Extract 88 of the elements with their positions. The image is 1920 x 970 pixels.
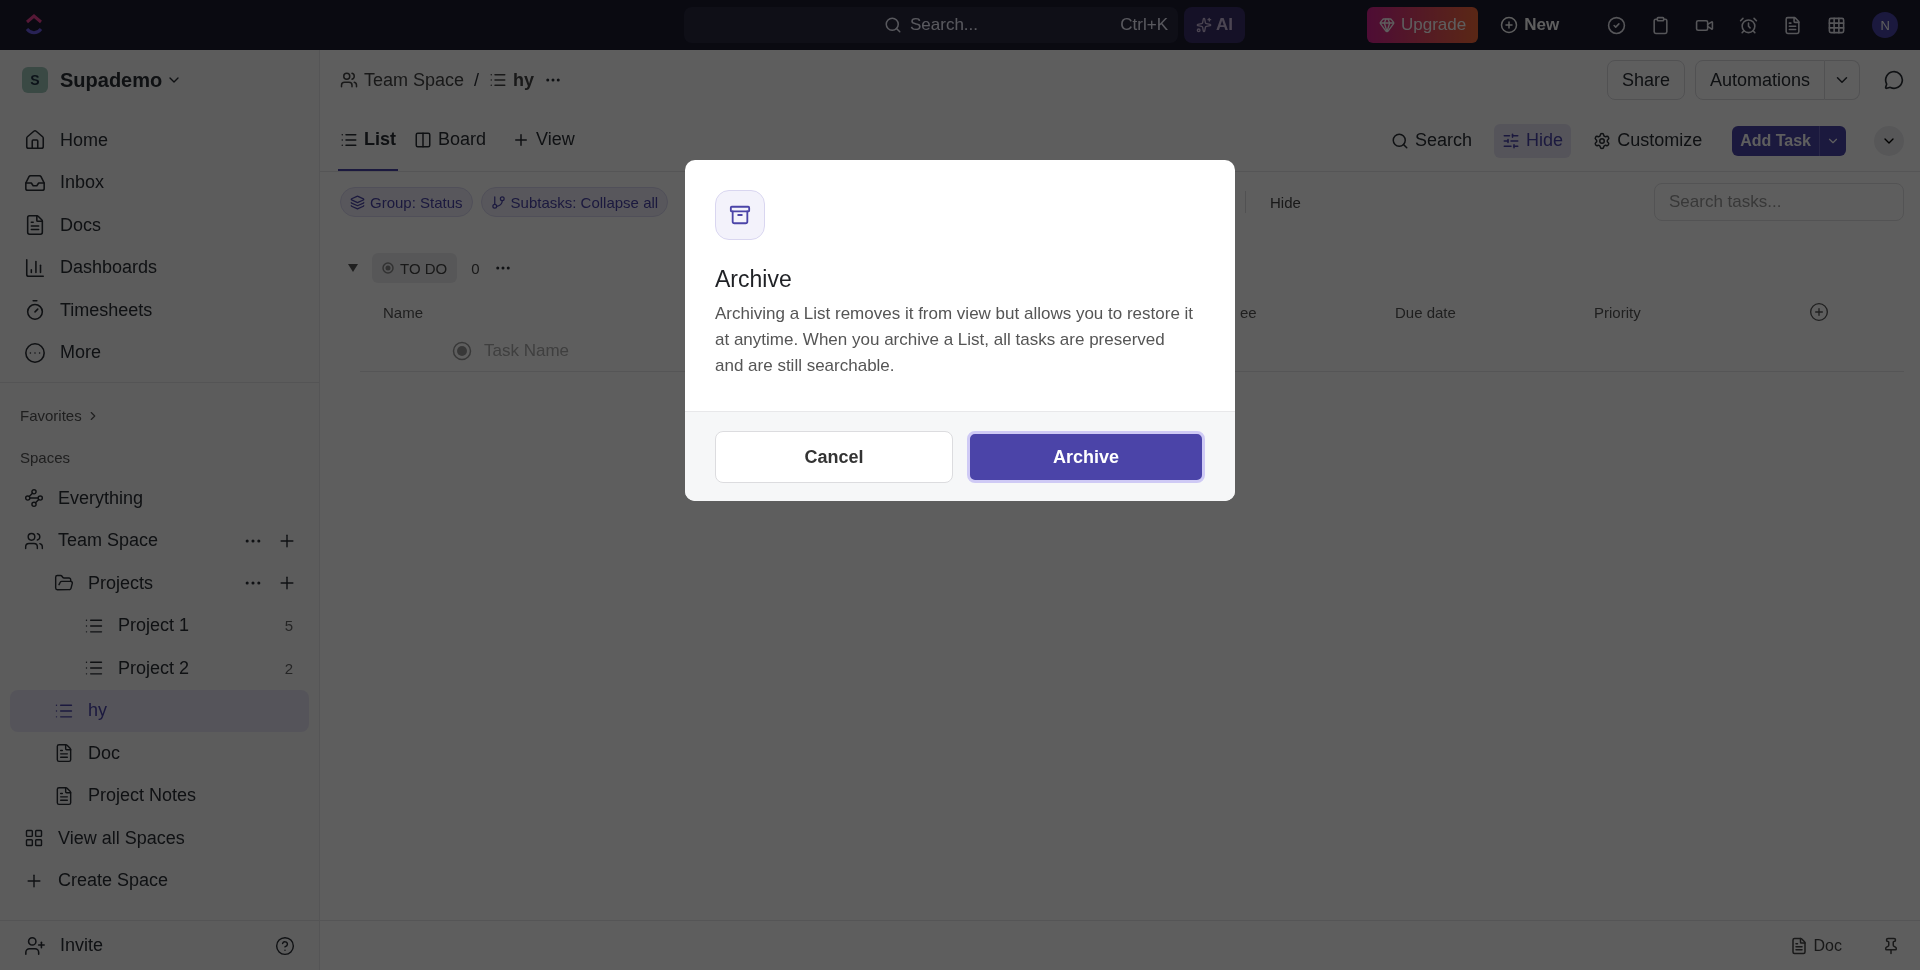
status-badge: TO DO [372, 253, 458, 283]
avatar[interactable]: N [1872, 12, 1899, 38]
column-header: ee [1240, 303, 1257, 321]
help-icon[interactable] [275, 935, 295, 956]
column-header: Due date [1395, 303, 1456, 321]
more-icon [24, 341, 46, 364]
document-icon[interactable] [1783, 15, 1803, 35]
toolbar-button[interactable]: Customize [1585, 123, 1711, 158]
document-icon [24, 214, 46, 237]
document-icon [54, 743, 74, 764]
dialog-message: Archiving a List removes it from view but allows you to restore it at anytime. When you archive a List, all tasks are preserved and are still searchable. [715, 303, 1195, 377]
nav-item[interactable]: Dashboards [10, 246, 309, 289]
workspace-switcher[interactable]: Supademo [60, 68, 183, 92]
plus-icon [1500, 16, 1519, 34]
branch-icon [490, 194, 506, 210]
invite-icon [24, 934, 46, 957]
check-icon[interactable] [1607, 15, 1627, 35]
people-icon [340, 71, 358, 89]
grid-icon [24, 828, 44, 849]
list-view-tab[interactable]: List [338, 110, 398, 171]
invite-link[interactable]: Invite [60, 935, 104, 956]
status-icon [382, 262, 394, 274]
board-icon [414, 130, 432, 149]
sidebar-item[interactable]: View all Spaces [10, 817, 309, 860]
dialog-title: Archive [715, 266, 793, 293]
add-column-icon[interactable] [1809, 302, 1829, 322]
bar-chart-icon [24, 256, 46, 279]
toolbar-button[interactable]: Hide [1494, 123, 1572, 158]
pin-icon[interactable] [1882, 936, 1900, 955]
share-button[interactable]: Share [1606, 60, 1685, 100]
board-view-tab[interactable]: Board [412, 110, 489, 171]
new-button[interactable]: New [1492, 7, 1568, 43]
breadcrumb-item[interactable]: hy [489, 69, 535, 91]
chat-icon[interactable] [1884, 70, 1904, 90]
nav-item[interactable]: More [10, 331, 309, 374]
sidebar-item[interactable]: Create Space [10, 859, 309, 902]
search-placeholder: Search... [909, 15, 978, 35]
breadcrumb-separator: / [474, 69, 480, 91]
timer-icon [24, 299, 46, 322]
home-icon [24, 129, 46, 152]
alarm-icon[interactable] [1739, 15, 1759, 35]
upgrade-button[interactable]: Upgrade [1367, 7, 1479, 43]
sidebar-item[interactable]: hy [10, 689, 309, 732]
search-icon [883, 16, 902, 34]
collapse-button[interactable] [1874, 125, 1904, 156]
layers-icon [350, 194, 365, 210]
apps-icon[interactable] [1827, 15, 1847, 35]
task-count: 0 [471, 259, 480, 277]
nav-item[interactable]: Timesheets [10, 289, 309, 332]
people-icon [24, 530, 44, 551]
gem-icon [1379, 17, 1395, 33]
clipboard-icon[interactable] [1651, 15, 1671, 35]
cancel-button[interactable]: Cancel [715, 431, 953, 483]
status-icon [452, 340, 472, 361]
shortcut-hint: Ctrl+K [1120, 15, 1168, 35]
sidebar-item[interactable]: Everything [10, 477, 309, 520]
sidebar-item[interactable]: Doc [10, 732, 309, 775]
doc-link[interactable]: Doc [1789, 936, 1842, 955]
column-header: Priority [1594, 303, 1641, 321]
document-icon [1789, 936, 1808, 955]
toolbar-button[interactable]: Search [1383, 123, 1481, 158]
sidebar-item[interactable]: Project Notes [10, 774, 309, 817]
automations-button[interactable]: Automations [1694, 60, 1825, 100]
hide-button[interactable]: Hide [1264, 192, 1307, 212]
nav-item[interactable]: Inbox [10, 161, 309, 204]
search-icon [1391, 131, 1410, 150]
sparkle-icon [1196, 17, 1212, 33]
filter-chip[interactable]: Group: Status [340, 187, 473, 217]
logo-icon [24, 14, 44, 36]
archive-button[interactable]: Archive [967, 431, 1205, 483]
list-icon [489, 71, 508, 89]
section-label: Spaces [20, 449, 71, 466]
archive-icon [715, 190, 765, 240]
document-icon [54, 785, 74, 806]
sliders-icon [1502, 131, 1521, 150]
settings-icon [1593, 131, 1612, 150]
nav-item[interactable]: Home [10, 119, 309, 162]
breadcrumb-item[interactable]: Team Space [340, 69, 465, 91]
filter-chip[interactable]: Subtasks: Collapse all [480, 187, 669, 217]
section-label[interactable]: Favorites [20, 407, 82, 424]
network-icon [24, 488, 44, 509]
add-view-button[interactable]: View [510, 110, 577, 171]
search-field[interactable]: Search... Ctrl+K [684, 7, 1178, 43]
sidebar-item[interactable]: Team Space [10, 519, 309, 562]
column-header: Name [383, 303, 423, 321]
nav-item[interactable]: Docs [10, 204, 309, 247]
collapse-caret-icon[interactable] [348, 264, 358, 272]
sidebar-item[interactable]: Projects [10, 562, 309, 605]
